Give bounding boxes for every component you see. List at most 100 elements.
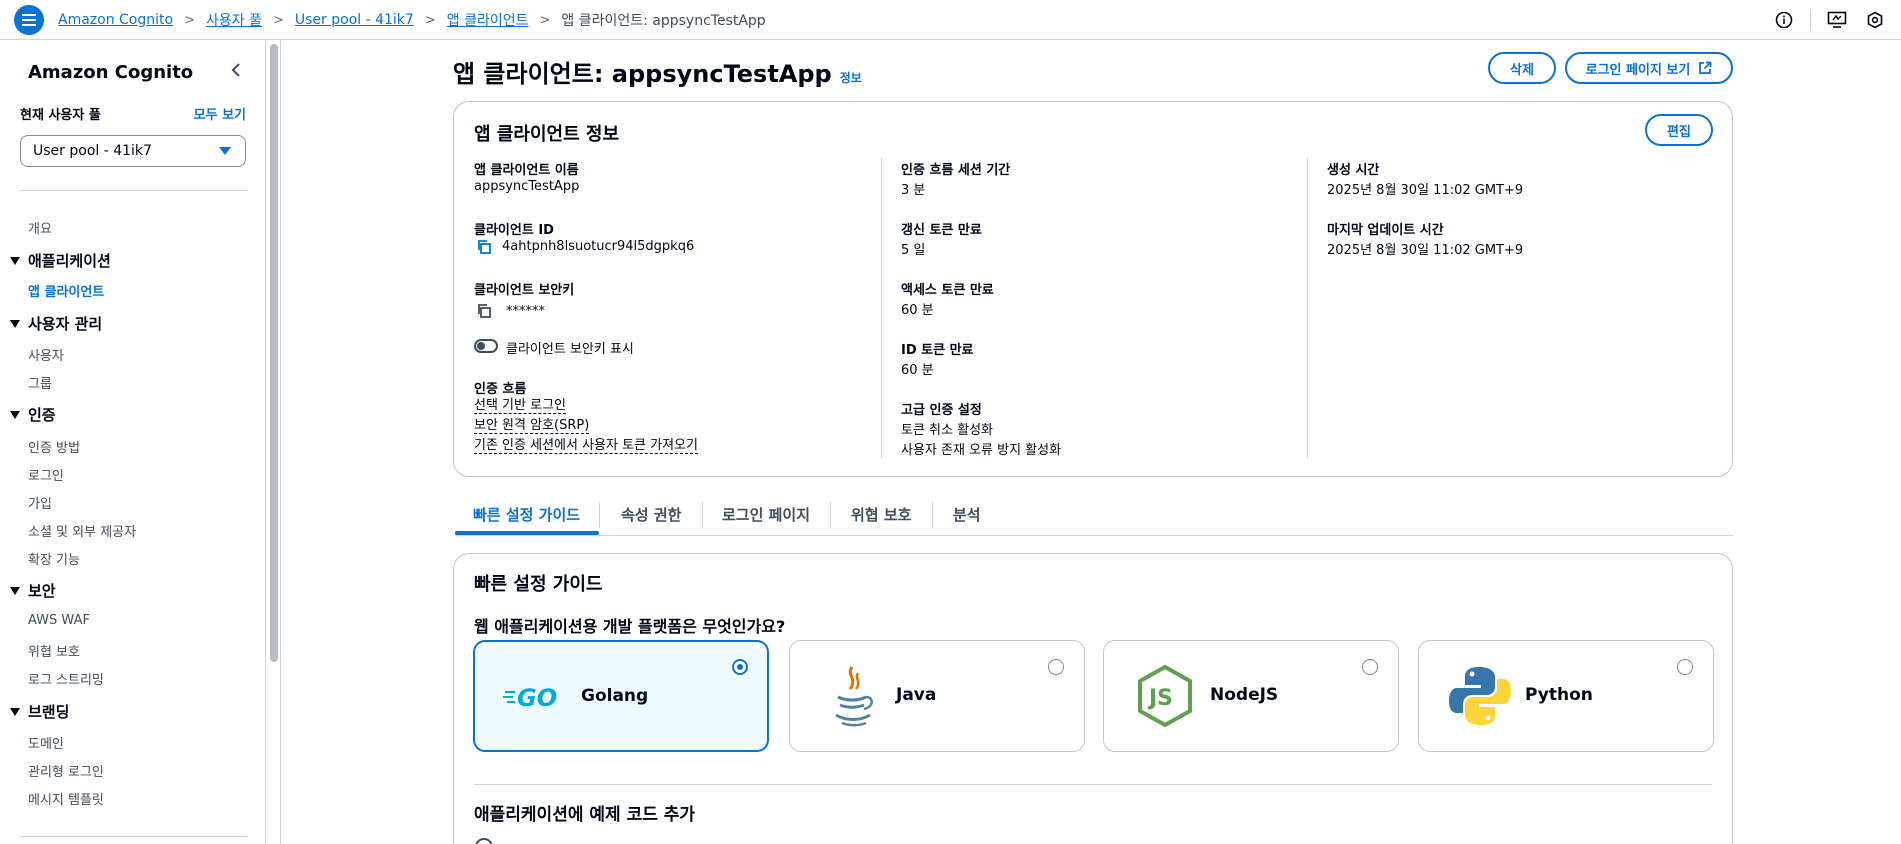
- collapse-sidebar-button[interactable]: [226, 60, 246, 80]
- show-secret-toggle[interactable]: [474, 339, 498, 353]
- sidebar-item-extensions[interactable]: 확장 기능: [28, 549, 80, 568]
- access-token-label: 액세스 토큰 만료: [901, 283, 994, 298]
- advanced-auth-value: 사용자 존재 오류 방지 활성화: [901, 443, 1062, 458]
- active-tab-indicator: [455, 531, 599, 535]
- sidebar-scrollbar-thumb[interactable]: [270, 44, 278, 662]
- tab-quick-setup[interactable]: 빠른 설정 가이드: [473, 492, 580, 536]
- advanced-auth-value: 토큰 취소 활성화: [901, 423, 993, 438]
- current-pool-label: 현재 사용자 풀: [20, 108, 101, 123]
- platform-name: Golang: [581, 686, 649, 706]
- external-link-icon: [1699, 61, 1712, 74]
- toolbar-divider: [1810, 9, 1811, 31]
- breadcrumb-link-user-pool[interactable]: User pool - 41ik7: [295, 12, 414, 28]
- copy-client-id-icon[interactable]: [476, 239, 492, 255]
- java-logo-icon: [818, 663, 884, 729]
- view-login-page-button[interactable]: 로그인 페이지 보기: [1565, 52, 1733, 84]
- platform-card-java[interactable]: Java: [789, 640, 1085, 752]
- sidebar-section-applications[interactable]: 애플리케이션: [10, 250, 111, 271]
- svg-text:JS: JS: [1147, 686, 1173, 711]
- sidebar-item-domain[interactable]: 도메인: [28, 733, 64, 752]
- edit-button[interactable]: 편집: [1645, 114, 1713, 146]
- session-duration-value: 3 분: [901, 183, 926, 198]
- tab-threat-protection[interactable]: 위협 보호: [851, 492, 911, 536]
- feedback-screen-icon[interactable]: [1825, 8, 1849, 32]
- caret-down-icon: [10, 319, 20, 328]
- view-all-link[interactable]: 모두 보기: [194, 104, 246, 123]
- security-settings-icon[interactable]: [1863, 8, 1887, 32]
- sidebar-item-threat-protection[interactable]: 위협 보호: [28, 641, 80, 660]
- sidebar-section-security[interactable]: 보안: [10, 580, 56, 601]
- info-card-title: 앱 클라이언트 정보: [474, 124, 620, 145]
- column-divider: [1307, 158, 1308, 458]
- sidebar-section-user-management[interactable]: 사용자 관리: [10, 313, 102, 334]
- breadcrumb: Amazon Cognito > 사용자 풀 > User pool - 41i…: [58, 0, 766, 40]
- platform-radio-python[interactable]: [1677, 659, 1693, 675]
- hamburger-menu-button[interactable]: [14, 5, 44, 35]
- delete-button[interactable]: 삭제: [1488, 52, 1556, 84]
- tab-analytics[interactable]: 분석: [953, 492, 981, 536]
- refresh-token-label: 갱신 토큰 만료: [901, 223, 982, 238]
- add-code-title: 애플리케이션에 예제 코드 추가: [474, 805, 696, 825]
- chevron-right-icon: >: [184, 12, 195, 28]
- chevron-right-icon: >: [539, 12, 551, 28]
- python-logo-icon: [1447, 663, 1513, 729]
- top-navigation-bar: Amazon Cognito > 사용자 풀 > User pool - 41i…: [0, 0, 1901, 40]
- client-id-label: 클라이언트 ID: [474, 223, 554, 238]
- updated-time-value: 2025년 8월 30일 11:02 GMT+9: [1327, 243, 1524, 258]
- platform-radio-golang[interactable]: [732, 659, 748, 675]
- platform-card-golang[interactable]: GO Golang: [473, 640, 769, 752]
- tab-divider: [599, 502, 600, 528]
- sidebar-item-managed-login[interactable]: 관리형 로그인: [28, 761, 104, 780]
- user-pool-select-value: User pool - 41ik7: [33, 143, 152, 159]
- id-token-label: ID 토큰 만료: [901, 343, 974, 358]
- platform-radio-nodejs[interactable]: [1362, 659, 1378, 675]
- sidebar-section-authentication[interactable]: 인증: [10, 404, 56, 425]
- sidebar-section-branding[interactable]: 브랜딩: [10, 701, 69, 722]
- sidebar-item-social-providers[interactable]: 소셜 및 외부 제공자: [28, 521, 136, 540]
- column-divider: [881, 158, 882, 458]
- info-link[interactable]: 정보: [840, 69, 862, 86]
- sidebar-item-groups[interactable]: 그룹: [28, 373, 52, 392]
- breadcrumb-link-cognito[interactable]: Amazon Cognito: [58, 12, 173, 28]
- hamburger-icon: [22, 14, 36, 26]
- page-title: 앱 클라이언트: appsyncTestApp 정보: [453, 60, 862, 88]
- platform-card-python[interactable]: Python: [1418, 640, 1714, 752]
- platform-question: 웹 애플리케이션용 개발 플랫폼은 무엇인가요?: [474, 617, 786, 636]
- sidebar-item-app-clients[interactable]: 앱 클라이언트: [28, 281, 104, 300]
- refresh-token-value: 5 일: [901, 243, 926, 258]
- chevron-left-icon: [231, 63, 240, 77]
- quick-setup-title: 빠른 설정 가이드: [474, 574, 603, 595]
- client-secret-value: ******: [506, 304, 545, 319]
- sidebar-item-log-streaming[interactable]: 로그 스트리밍: [28, 669, 104, 688]
- sidebar-divider: [20, 190, 248, 191]
- copy-client-secret-icon[interactable]: [476, 303, 492, 319]
- platform-radio-java[interactable]: [1048, 659, 1064, 675]
- platform-name: NodeJS: [1210, 685, 1279, 705]
- platform-card-nodejs[interactable]: JS NodeJS: [1103, 640, 1399, 752]
- sidebar-item-auth-methods[interactable]: 인증 방법: [28, 437, 80, 456]
- sidebar-item-sign-in[interactable]: 로그인: [28, 465, 64, 484]
- show-secret-label: 클라이언트 보안키 표시: [506, 342, 634, 357]
- svg-text:GO: GO: [517, 684, 557, 712]
- breadcrumb-link-app-clients[interactable]: 앱 클라이언트: [447, 10, 529, 30]
- access-token-value: 60 분: [901, 303, 934, 318]
- caret-down-icon: [10, 410, 20, 419]
- nodejs-logo-icon: JS: [1132, 663, 1198, 729]
- client-id-value: 4ahtpnh8lsuotucr94l5dgpkq6: [502, 239, 695, 254]
- sidebar-item-overview[interactable]: 개요: [28, 218, 52, 237]
- user-pool-select[interactable]: User pool - 41ik7: [20, 135, 246, 167]
- sidebar-item-aws-waf[interactable]: AWS WAF: [28, 613, 90, 628]
- auth-flow-item: 기존 인증 세션에서 사용자 토큰 가져오기: [474, 438, 698, 454]
- tab-login-pages[interactable]: 로그인 페이지: [722, 492, 810, 536]
- sidebar-item-sign-up[interactable]: 가입: [28, 493, 52, 512]
- side-navigation: Amazon Cognito 현재 사용자 풀 모두 보기 User pool …: [0, 40, 266, 844]
- breadcrumb-link-user-pools[interactable]: 사용자 풀: [206, 10, 262, 30]
- sidebar-item-users[interactable]: 사용자: [28, 345, 64, 364]
- session-duration-label: 인증 흐름 세션 기간: [901, 163, 1011, 178]
- caret-down-icon: [10, 256, 20, 265]
- created-time-value: 2025년 8월 30일 11:02 GMT+9: [1327, 183, 1524, 198]
- tab-divider: [830, 502, 831, 528]
- sidebar-item-message-templates[interactable]: 메시지 템플릿: [28, 789, 104, 808]
- tab-attribute-permissions[interactable]: 속성 권한: [621, 492, 681, 536]
- info-icon[interactable]: [1772, 8, 1796, 32]
